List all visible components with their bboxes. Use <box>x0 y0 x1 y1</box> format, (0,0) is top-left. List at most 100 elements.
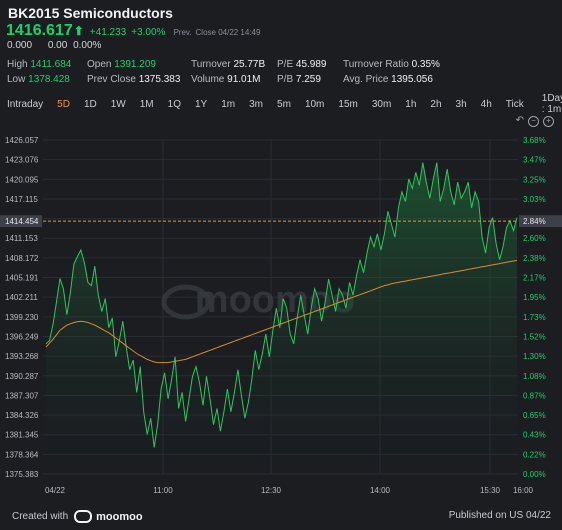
brand-name: moomoo <box>96 510 143 523</box>
y-pct-tick-label: 1.08% <box>523 372 546 381</box>
tab-1day-1m[interactable]: 1Day : 1m <box>535 93 562 115</box>
price-change-pct: +3.00% <box>131 27 166 38</box>
tab-30m[interactable]: 30m <box>365 99 398 110</box>
after-hours-change: 0.00 <box>47 40 68 51</box>
stat-label-pe: P/E <box>277 59 294 70</box>
tab-3h[interactable]: 3h <box>449 99 474 110</box>
stat-value-volume: 91.01M <box>227 74 261 85</box>
y-pct-tick-label: 3.25% <box>523 175 546 184</box>
stat-value-open: 1391.209 <box>114 59 156 70</box>
y-pct-tick-label: 3.47% <box>523 156 546 165</box>
y-tick-label: 1420.095 <box>5 175 39 184</box>
y-pct-tick-label: 3.68% <box>523 136 546 145</box>
undo-icon[interactable]: ↶ <box>516 116 524 127</box>
y-tick-label: 1390.287 <box>5 372 39 381</box>
stats-col-2: Open 1391.209 Prev Close 1375.383 <box>87 59 180 89</box>
y-tick-label: 1402.211 <box>5 293 38 302</box>
stat-value-turnover: 25.77B <box>233 59 266 70</box>
tab-15m[interactable]: 15m <box>331 99 364 110</box>
published-label: Published on US 04/22 <box>448 510 551 521</box>
x-tick-label: 14:00 <box>370 486 391 495</box>
y-tick-label: 1423.076 <box>5 156 39 165</box>
created-with-label: Created with <box>12 511 69 522</box>
y-pct-tick-label: 0.87% <box>523 391 546 400</box>
stat-value-turnover-ratio: 0.35% <box>411 59 440 70</box>
y-pct-tick-label: 2.38% <box>523 254 546 263</box>
prev-label: Prev. <box>173 28 192 37</box>
after-hours-price: 0.000 <box>7 40 33 51</box>
tab-1m[interactable]: 1M <box>133 99 161 110</box>
stats-col-3: Turnover 25.77B Volume 91.01M <box>191 59 265 89</box>
price-chart[interactable]: 1426.057 1423.076 1420.095 1417.115 1414.454… <box>0 130 562 502</box>
y-pct-tick-label: 1.52% <box>523 332 546 341</box>
after-hours-pct: 0.00% <box>73 40 102 51</box>
y-pct-tick-label: 0.22% <box>523 450 546 459</box>
stat-label-prev-close: Prev Close <box>87 74 136 85</box>
tab-3m[interactable]: 3m <box>242 99 270 110</box>
tab-1h[interactable]: 1h <box>398 99 423 110</box>
stats-col-5: Turnover Ratio 0.35% Avg. Price 1395.056 <box>343 59 440 89</box>
y-tick-label: 1417.115 <box>5 195 38 204</box>
tab-tick[interactable]: Tick <box>499 99 531 110</box>
stat-value-avg-price: 1395.056 <box>391 74 433 85</box>
y-tick-label: 1426.057 <box>5 136 39 145</box>
y-tick-label: 1381.345 <box>5 431 39 440</box>
stat-value-pb: 7.259 <box>295 74 321 85</box>
tab-1d[interactable]: 1D <box>77 99 104 110</box>
x-tick-label: 04/22 <box>45 486 66 495</box>
stat-value-low: 1378.428 <box>28 74 70 85</box>
y-pct-tick-label: 1.30% <box>523 352 546 361</box>
y-pct-tick-label: 0.00% <box>523 470 546 479</box>
price-change: +41.233 <box>89 27 127 38</box>
y-pct-tick-label: 3.03% <box>523 195 546 204</box>
y-tick-label: 1378.364 <box>5 450 39 459</box>
y-pct-tick-label: 0.65% <box>523 411 546 420</box>
y-tick-label: 1393.268 <box>5 352 39 361</box>
y-tick-label: 1411.153 <box>5 234 38 243</box>
last-price: 1416.617 <box>6 22 73 39</box>
stat-label-pb: P/B <box>277 74 294 85</box>
tab-1y[interactable]: 1Y <box>188 99 214 110</box>
stat-label-open: Open <box>87 59 112 70</box>
after-hours-row: 0.000 0.00 0.00% <box>7 40 114 51</box>
close-time-label: Close 04/22 14:49 <box>195 28 261 37</box>
price-area-fill <box>46 162 517 474</box>
y-tick-label: 1399.230 <box>5 313 39 322</box>
tab-5d[interactable]: 5D <box>50 99 77 110</box>
x-tick-label: 12:30 <box>261 486 282 495</box>
tab-1w[interactable]: 1W <box>104 99 133 110</box>
chart-tools: ↶ − + <box>516 116 554 127</box>
current-pct-label: 2.84% <box>523 217 546 226</box>
y-tick-label: 1375.383 <box>5 470 39 479</box>
tab-4h[interactable]: 4h <box>474 99 499 110</box>
y-pct-tick-label: 0.43% <box>523 431 546 440</box>
y-tick-label: 1405.191 <box>5 274 39 283</box>
tab-5m[interactable]: 5m <box>270 99 298 110</box>
tab-intraday[interactable]: Intraday <box>0 99 50 110</box>
y-tick-label: 1396.249 <box>5 332 39 341</box>
stat-value-pe: 45.989 <box>295 59 327 70</box>
stat-label-volume: Volume <box>191 74 225 85</box>
stats-col-1: High 1411.684 Low 1378.428 <box>7 59 71 89</box>
x-tick-label: 15:30 <box>480 486 501 495</box>
y-tick-label: 1387.307 <box>5 391 39 400</box>
tab-1m[interactable]: 1m <box>214 99 242 110</box>
footer: Created with moomoo Published on US 04/2… <box>0 504 562 530</box>
zoom-out-icon[interactable]: − <box>528 116 539 127</box>
stock-title: BK2015 Semiconductors <box>8 5 173 21</box>
stat-label-low: Low <box>7 74 26 85</box>
y-pct-tick-label: 2.60% <box>523 234 546 243</box>
stats-col-4: P/E 45.989 P/B 7.259 <box>277 59 327 89</box>
tab-1q[interactable]: 1Q <box>161 99 188 110</box>
stat-value-prev-close: 1375.383 <box>138 74 181 85</box>
tab-10m[interactable]: 10m <box>298 99 331 110</box>
up-arrow-icon: ⬆ <box>73 24 84 38</box>
moomoo-logo-icon <box>74 510 93 523</box>
zoom-in-icon[interactable]: + <box>543 116 554 127</box>
current-price-label: 1414.454 <box>5 217 39 226</box>
y-pct-tick-label: 1.95% <box>523 293 546 302</box>
price-row: 1416.617 ⬆ +41.233 +3.00% Prev. Close 04… <box>6 22 260 40</box>
tab-2h[interactable]: 2h <box>423 99 448 110</box>
x-tick-label: 11:00 <box>153 486 173 495</box>
y-pct-tick-label: 2.17% <box>523 274 546 283</box>
